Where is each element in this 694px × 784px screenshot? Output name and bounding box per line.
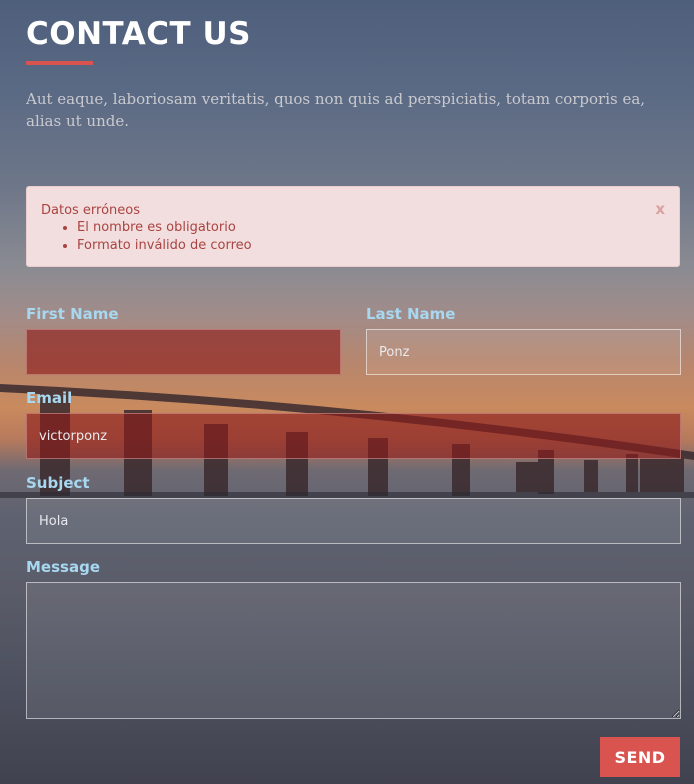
- last-name-input[interactable]: [366, 329, 681, 375]
- subject-input[interactable]: [26, 498, 681, 544]
- error-list: El nombre es obligatorio Formato inválid…: [41, 219, 665, 255]
- error-item: El nombre es obligatorio: [77, 219, 665, 237]
- title-underline: [26, 61, 93, 65]
- alert-heading: Datos erróneos: [41, 203, 141, 218]
- error-alert: Datos erróneos El nombre es obligatorio …: [26, 186, 680, 267]
- send-button[interactable]: SEND: [600, 737, 680, 777]
- close-icon[interactable]: x: [655, 200, 665, 218]
- message-label: Message: [26, 558, 100, 576]
- email-input[interactable]: [26, 413, 681, 459]
- error-item: Formato inválido de correo: [77, 237, 665, 255]
- email-label: Email: [26, 389, 73, 407]
- subject-label: Subject: [26, 474, 90, 492]
- message-textarea[interactable]: [26, 582, 681, 719]
- page-title: CONTACT US: [26, 16, 251, 52]
- first-name-label: First Name: [26, 305, 119, 323]
- first-name-input[interactable]: [26, 329, 341, 375]
- intro-text: Aut eaque, laboriosam veritatis, quos no…: [26, 90, 646, 130]
- last-name-label: Last Name: [366, 305, 456, 323]
